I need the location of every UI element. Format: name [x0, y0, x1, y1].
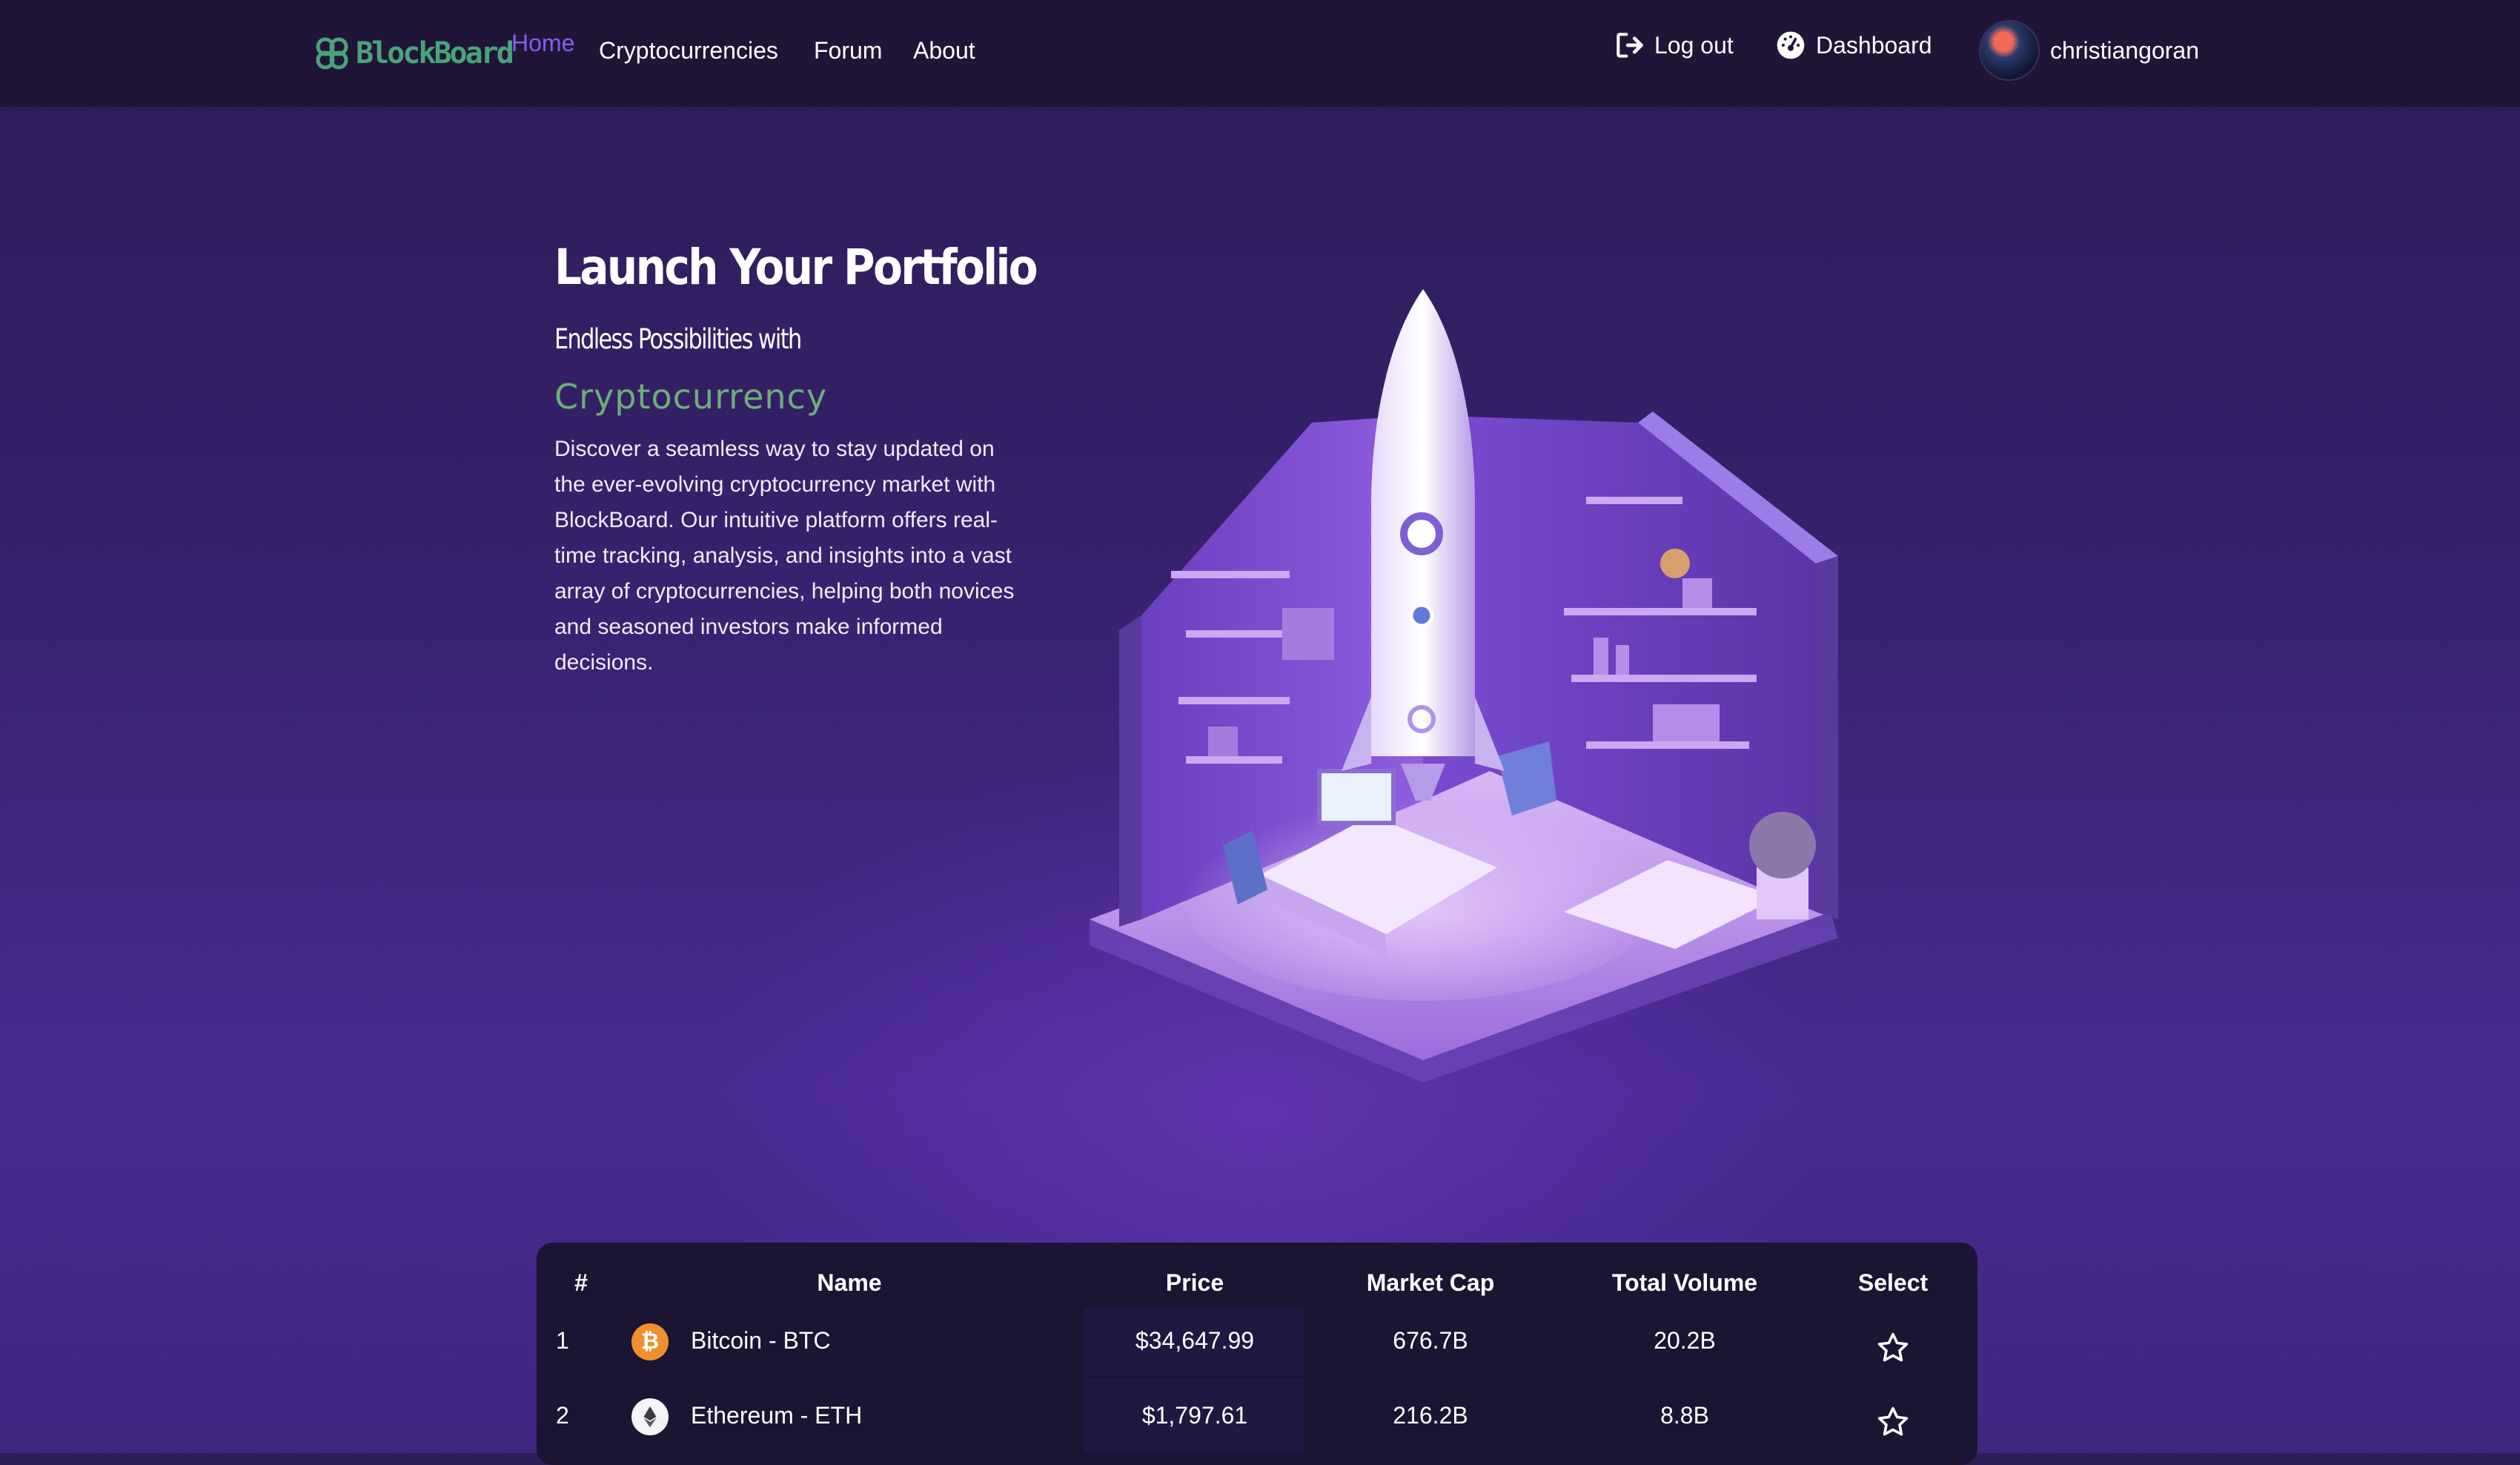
column-header-select: Select — [1857, 1269, 1929, 1296]
row-rank: 1 — [556, 1327, 569, 1354]
coin-market-cap: 676.7B — [1393, 1327, 1468, 1354]
blockboard-logo-icon — [316, 37, 348, 70]
nav-about[interactable]: About — [913, 37, 975, 65]
nav-forum[interactable]: Forum — [814, 37, 882, 65]
logout-link[interactable]: Log out — [1613, 28, 1734, 62]
coin-price: $1,797.61 — [1141, 1402, 1248, 1429]
hero-subtitle: Endless Possibilities with — [554, 323, 802, 355]
avatar — [1979, 20, 2040, 81]
dashboard-label: Dashboard — [1816, 31, 1932, 59]
column-header-price[interactable]: Price — [1166, 1269, 1224, 1297]
logout-label: Log out — [1654, 31, 1734, 59]
bitcoin-icon: ₿ — [631, 1323, 669, 1360]
column-header-name[interactable]: Name — [817, 1269, 881, 1297]
username: christiangoran — [2050, 36, 2199, 64]
column-header-market-cap[interactable]: Market Cap — [1367, 1269, 1495, 1297]
coin-name[interactable]: Bitcoin - BTC — [691, 1327, 830, 1355]
hero-accent: Cryptocurrency — [554, 377, 828, 417]
row-rank: 2 — [556, 1402, 569, 1429]
coin-total-volume: 20.2B — [1654, 1327, 1716, 1354]
dashboard-link[interactable]: Dashboard — [1774, 28, 1932, 62]
coin-price: $34,647.99 — [1135, 1327, 1255, 1354]
user-profile[interactable]: christiangoran — [1979, 20, 2199, 81]
hero-title: Launch Your Portfolio — [554, 239, 1038, 296]
star-icon[interactable] — [1875, 1404, 1911, 1440]
nav-home[interactable]: Home — [511, 30, 574, 57]
dashboard-gauge-icon — [1777, 31, 1805, 59]
brand-name: BlockBoard — [356, 36, 514, 70]
coin-name[interactable]: Ethereum - ETH — [691, 1402, 862, 1429]
nav-cryptocurrencies[interactable]: Cryptocurrencies — [599, 37, 778, 65]
column-header-rank: # — [574, 1269, 588, 1296]
brand-logo[interactable]: BlockBoard — [314, 33, 514, 74]
ethereum-icon — [631, 1398, 669, 1435]
rocket-room-illustration — [1090, 289, 1838, 1082]
coin-total-volume: 8.8B — [1660, 1402, 1709, 1429]
coin-market-cap: 216.2B — [1393, 1402, 1468, 1429]
star-icon[interactable] — [1875, 1330, 1911, 1366]
navbar: BlockBoard Home Cryptocurrencies Forum A… — [0, 0, 2520, 108]
logout-icon — [1617, 33, 1643, 58]
hero-description: Discover a seamless way to stay updated … — [554, 437, 1015, 675]
column-header-total-volume[interactable]: Total Volume — [1612, 1269, 1757, 1297]
